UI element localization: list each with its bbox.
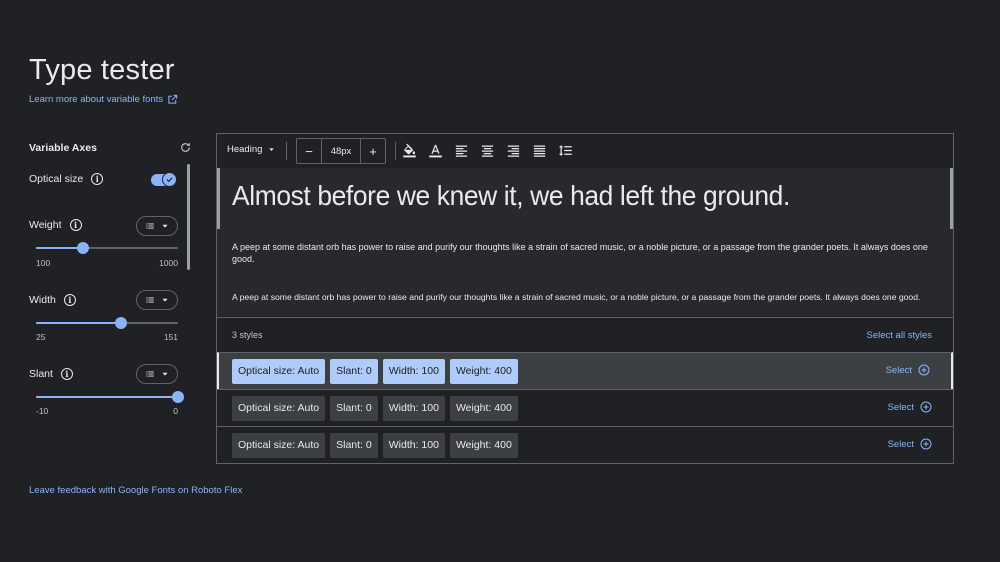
align-right-icon[interactable] <box>505 142 521 158</box>
slider-thumb[interactable] <box>76 242 89 254</box>
slider-fill <box>36 247 83 249</box>
slant-label: Slant <box>29 368 53 380</box>
width-chip: Width: 100 <box>382 358 445 384</box>
learn-more-label: Learn more about variable fonts <box>29 94 164 105</box>
slant-chip: Slant: 0 <box>330 432 378 458</box>
slant-chip: Slant: 0 <box>330 358 378 384</box>
variable-axes-panel: Variable Axes Optical size i Weight i 10… <box>29 138 191 438</box>
toolbar-divider <box>286 142 287 160</box>
slant-max: 0 <box>173 406 178 416</box>
slant-preset-select[interactable] <box>136 364 178 384</box>
style-select[interactable]: Heading <box>227 144 276 155</box>
list-icon <box>145 371 154 377</box>
preview-scroll-indicator <box>950 168 953 229</box>
dropdown-arrow-icon <box>269 148 275 151</box>
text-color-icon[interactable] <box>427 142 443 158</box>
feedback-link[interactable]: Leave feedback with Google Fonts on Robo… <box>29 485 242 496</box>
style-row[interactable]: Optical size: Auto Slant: 0 Width: 100 W… <box>217 352 953 389</box>
preview-scroll-indicator <box>217 168 220 229</box>
preview-area[interactable]: Almost before we knew it, we had left th… <box>217 168 953 316</box>
info-icon[interactable]: i <box>60 368 73 380</box>
select-label: Select <box>887 401 914 413</box>
weight-label: Weight <box>29 219 62 231</box>
select-style-button[interactable]: Select <box>888 438 932 450</box>
add-circle-icon <box>918 364 930 376</box>
dropdown-arrow-icon <box>162 372 167 376</box>
select-style-button[interactable]: Select <box>888 401 932 413</box>
info-icon[interactable]: i <box>69 219 82 231</box>
dropdown-arrow-icon <box>162 224 167 228</box>
check-icon <box>166 177 173 183</box>
add-circle-icon <box>920 438 932 450</box>
align-left-icon[interactable] <box>453 142 469 158</box>
width-axis: Width i <box>29 294 76 306</box>
styles-header: 3 styles Select all styles <box>217 317 953 352</box>
weight-min: 100 <box>36 258 51 268</box>
select-label: Select <box>887 438 914 450</box>
width-preset-select[interactable] <box>136 290 178 310</box>
optical-size-toggle[interactable] <box>151 172 177 187</box>
page-title: Type tester <box>29 54 175 86</box>
preview-body-text[interactable]: A peep at some distant orb has power to … <box>232 292 940 302</box>
preview-body-text[interactable]: A peep at some distant orb has power to … <box>232 241 940 265</box>
info-icon[interactable]: i <box>63 294 76 306</box>
add-circle-icon <box>920 401 932 413</box>
slant-chip: Slant: 0 <box>330 395 378 421</box>
preview-heading[interactable]: Almost before we knew it, we had left th… <box>232 180 790 212</box>
weight-max: 1000 <box>159 258 178 268</box>
learn-more-link[interactable]: Learn more about variable fonts <box>29 94 178 105</box>
font-size-value[interactable]: 48px <box>321 139 361 163</box>
width-chip: Width: 100 <box>382 395 445 421</box>
align-center-icon[interactable] <box>479 142 495 158</box>
toolbar: Heading − 48px + <box>217 134 953 168</box>
slant-min: -10 <box>36 406 49 416</box>
slider-thumb[interactable] <box>115 317 128 329</box>
fill-color-icon[interactable] <box>401 142 417 158</box>
weight-slider[interactable] <box>36 241 178 255</box>
style-row[interactable]: Optical size: Auto Slant: 0 Width: 100 W… <box>217 426 953 463</box>
width-min: 25 <box>36 332 46 342</box>
open-in-new-icon <box>168 94 178 104</box>
list-icon <box>145 297 154 303</box>
axes-header: Variable Axes <box>29 142 97 154</box>
toggle-knob <box>162 172 177 187</box>
type-tester-panel: Heading − 48px + Almost before we knew i… <box>216 133 954 464</box>
decrease-size-button[interactable]: − <box>297 139 321 163</box>
style-row[interactable]: Optical size: Auto Slant: 0 Width: 100 W… <box>217 389 953 426</box>
font-size-stepper: − 48px + <box>296 138 386 164</box>
weight-chip: Weight: 400 <box>449 395 518 421</box>
toolbar-divider <box>395 142 396 160</box>
weight-chip: Weight: 400 <box>449 358 518 384</box>
reset-icon[interactable] <box>179 141 192 154</box>
select-all-styles-button[interactable]: Select all styles <box>867 330 932 341</box>
increase-size-button[interactable]: + <box>361 139 385 163</box>
select-style-button[interactable]: Select <box>886 364 930 376</box>
slant-axis: Slant i <box>29 368 73 380</box>
styles-count: 3 styles <box>232 330 263 340</box>
slider-thumb[interactable] <box>172 391 184 403</box>
weight-chip: Weight: 400 <box>449 432 518 458</box>
optical-size-axis: Optical size i <box>29 173 104 185</box>
slider-fill <box>36 322 122 324</box>
optical-size-chip: Optical size: Auto <box>232 395 326 421</box>
width-label: Width <box>29 294 56 306</box>
weight-preset-select[interactable] <box>136 216 178 236</box>
select-label: Select <box>885 364 912 376</box>
slider-fill <box>36 396 178 398</box>
style-select-value: Heading <box>227 144 263 155</box>
info-icon[interactable]: i <box>91 173 104 185</box>
line-height-icon[interactable] <box>557 142 573 158</box>
weight-axis: Weight i <box>29 219 82 231</box>
width-slider[interactable] <box>36 316 178 330</box>
list-icon <box>145 223 154 229</box>
axes-scrollbar[interactable] <box>187 164 190 270</box>
width-max: 151 <box>163 332 178 342</box>
slant-slider[interactable] <box>36 390 184 404</box>
dropdown-arrow-icon <box>162 298 167 302</box>
align-justify-icon[interactable] <box>531 142 547 158</box>
width-chip: Width: 100 <box>382 432 445 458</box>
optical-size-chip: Optical size: Auto <box>232 432 326 458</box>
optical-size-label: Optical size <box>29 173 84 185</box>
optical-size-chip: Optical size: Auto <box>232 358 326 384</box>
